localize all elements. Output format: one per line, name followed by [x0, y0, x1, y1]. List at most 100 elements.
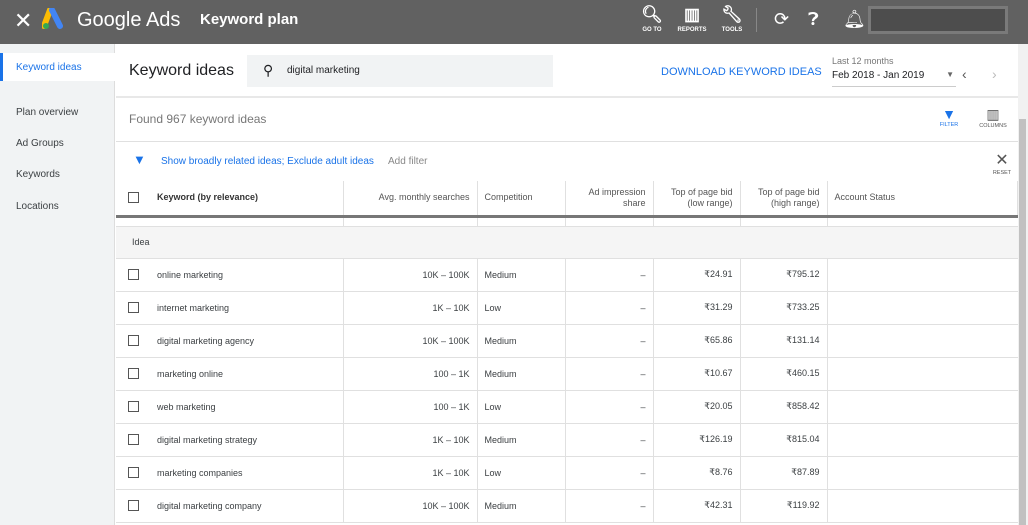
cell-bid-low: ₹126.19 — [653, 423, 741, 457]
search-icon: ⚲ — [263, 62, 274, 78]
table-row[interactable]: marketing online 100 – 1K Medium – ₹10.67 ₹46… — [116, 357, 1018, 391]
table-row[interactable]: digital marketing strategy 1K – 10K Medium… — [116, 423, 1018, 457]
prev-period-icon[interactable]: ‹ — [962, 66, 967, 82]
wrench-icon: 🔧︎ — [721, 5, 743, 24]
cell-keyword: online marketing — [150, 258, 344, 292]
filter-label: FILTER — [939, 122, 959, 128]
scrollbar[interactable] — [1018, 44, 1028, 525]
cell-bid-high: ₹119.92 — [740, 489, 828, 523]
spacer-row — [116, 216, 1018, 227]
columns-button[interactable]: ▥ COLUMNS — [978, 106, 1008, 129]
row-checkbox[interactable] — [116, 324, 150, 358]
col-keyword[interactable]: Keyword (by relevance) — [150, 181, 344, 218]
search-icon: 🔍︎ — [641, 5, 663, 24]
row-checkbox[interactable] — [116, 258, 150, 292]
cell-account-status — [827, 390, 1018, 424]
go-to-label: GO TO — [642, 27, 662, 33]
cell-competition: Low — [477, 291, 566, 325]
top-bar: ✕ Google Ads Keyword plan 🔍︎ GO TO ▥ REPOR… — [0, 0, 1028, 44]
table-row[interactable]: marketing companies 1K – 10K Low – ₹8.76 ₹87.… — [116, 456, 1018, 490]
cell-keyword: digital marketing strategy — [150, 423, 344, 457]
sidebar-item-ad-groups[interactable]: Ad Groups — [0, 129, 115, 157]
cell-avg-searches: 1K – 10K — [343, 291, 478, 325]
col-account-status[interactable]: Account Status — [827, 181, 1018, 218]
cell-bid-high: ₹815.04 — [740, 423, 828, 457]
row-checkbox[interactable] — [116, 390, 150, 424]
row-checkbox[interactable] — [116, 423, 150, 457]
download-keyword-ideas-button[interactable]: DOWNLOAD KEYWORD IDEAS — [661, 66, 822, 78]
cell-bid-high: ₹733.25 — [740, 291, 828, 325]
cell-account-status — [827, 258, 1018, 292]
row-checkbox[interactable] — [116, 291, 150, 325]
table-row[interactable]: internet marketing 1K – 10K Low – ₹31.29 ₹733… — [116, 291, 1018, 325]
cell-avg-searches: 100 – 1K — [343, 390, 478, 424]
select-all-checkbox[interactable] — [116, 181, 150, 218]
col-ad-impression-share[interactable]: Ad impression share — [565, 181, 654, 218]
sidebar-item-keywords[interactable]: Keywords — [0, 160, 115, 188]
divider — [116, 141, 1018, 142]
scrollbar-thumb[interactable] — [1019, 119, 1026, 525]
cell-ad-impression-share: – — [565, 456, 654, 490]
col-bid-high[interactable]: Top of page bid (high range) — [740, 181, 828, 218]
cell-bid-high: ₹795.12 — [740, 258, 828, 292]
filter-icon: ▼ — [942, 106, 956, 122]
page-title: Keyword plan — [200, 11, 299, 28]
cell-bid-low: ₹20.05 — [653, 390, 741, 424]
cell-bid-high: ₹87.89 — [740, 456, 828, 490]
cell-account-status — [827, 489, 1018, 523]
col-avg-searches[interactable]: Avg. monthly searches — [343, 181, 478, 218]
cell-account-status — [827, 423, 1018, 457]
help-icon[interactable]: ❓︎ — [808, 9, 819, 30]
col-competition[interactable]: Competition — [477, 181, 566, 218]
table-row[interactable]: digital marketing company 10K – 100K Mediu… — [116, 489, 1018, 523]
cell-bid-low: ₹8.76 — [653, 456, 741, 490]
tools-button[interactable]: 🔧︎ TOOLS — [712, 5, 752, 33]
row-checkbox[interactable] — [116, 489, 150, 523]
reset-label: RESET — [992, 170, 1012, 176]
notifications-icon[interactable]: 🔔︎ — [843, 9, 866, 30]
row-checkbox[interactable] — [116, 357, 150, 391]
table-row[interactable]: online marketing 10K – 100K Medium – ₹24.91 ₹… — [116, 258, 1018, 292]
tools-label: TOOLS — [721, 27, 743, 33]
add-filter-button[interactable]: Add filter — [388, 156, 427, 167]
close-icon: ✕ — [995, 152, 1009, 169]
refresh-icon[interactable]: ⟳ — [774, 9, 789, 30]
sidebar-item-keyword-ideas[interactable]: Keyword ideas — [0, 53, 115, 81]
cell-ad-impression-share: – — [565, 324, 654, 358]
cell-account-status — [827, 357, 1018, 391]
cell-competition: Medium — [477, 489, 566, 523]
cell-bid-low: ₹65.86 — [653, 324, 741, 358]
table-row[interactable]: web marketing 100 – 1K Low – ₹20.05 ₹858.42 — [116, 390, 1018, 424]
sidebar-item-locations[interactable]: Locations — [0, 192, 115, 220]
cell-keyword: digital marketing company — [150, 489, 344, 523]
go-to-button[interactable]: 🔍︎ GO TO — [632, 5, 672, 33]
cell-bid-high: ₹858.42 — [740, 390, 828, 424]
cell-competition: Low — [477, 390, 566, 424]
cell-bid-low: ₹10.67 — [653, 357, 741, 391]
cell-bid-low: ₹42.31 — [653, 489, 741, 523]
col-bid-low[interactable]: Top of page bid (low range) — [653, 181, 741, 218]
date-range-value: Feb 2018 - Jan 2019 — [832, 70, 925, 81]
cell-avg-searches: 1K – 10K — [343, 456, 478, 490]
close-icon[interactable]: ✕ — [14, 8, 32, 34]
search-input[interactable]: ⚲ digital marketing — [247, 55, 553, 87]
cell-bid-high: ₹460.15 — [740, 357, 828, 391]
table-row[interactable]: digital marketing agency 10K – 100K Medium… — [116, 324, 1018, 358]
account-selector[interactable] — [868, 6, 1008, 34]
columns-label: COLUMNS — [979, 123, 1007, 129]
active-filters[interactable]: Show broadly related ideas; Exclude adul… — [161, 156, 374, 167]
reset-button[interactable]: ✕ RESET — [989, 150, 1015, 176]
sidebar-item-plan-overview[interactable]: Plan overview — [0, 98, 115, 126]
date-range-select[interactable]: Feb 2018 - Jan 2019 ▼ — [832, 70, 956, 87]
reports-button[interactable]: ▥ REPORTS — [672, 5, 712, 33]
section-title: Keyword ideas — [129, 62, 234, 79]
cell-account-status — [827, 291, 1018, 325]
next-period-icon[interactable]: › — [992, 66, 997, 82]
cell-keyword: marketing online — [150, 357, 344, 391]
cell-ad-impression-share: – — [565, 357, 654, 391]
cell-competition: Low — [477, 456, 566, 490]
divider — [116, 96, 1018, 98]
row-checkbox[interactable] — [116, 456, 150, 490]
filter-button[interactable]: ▼ FILTER — [934, 106, 964, 128]
cell-account-status — [827, 324, 1018, 358]
